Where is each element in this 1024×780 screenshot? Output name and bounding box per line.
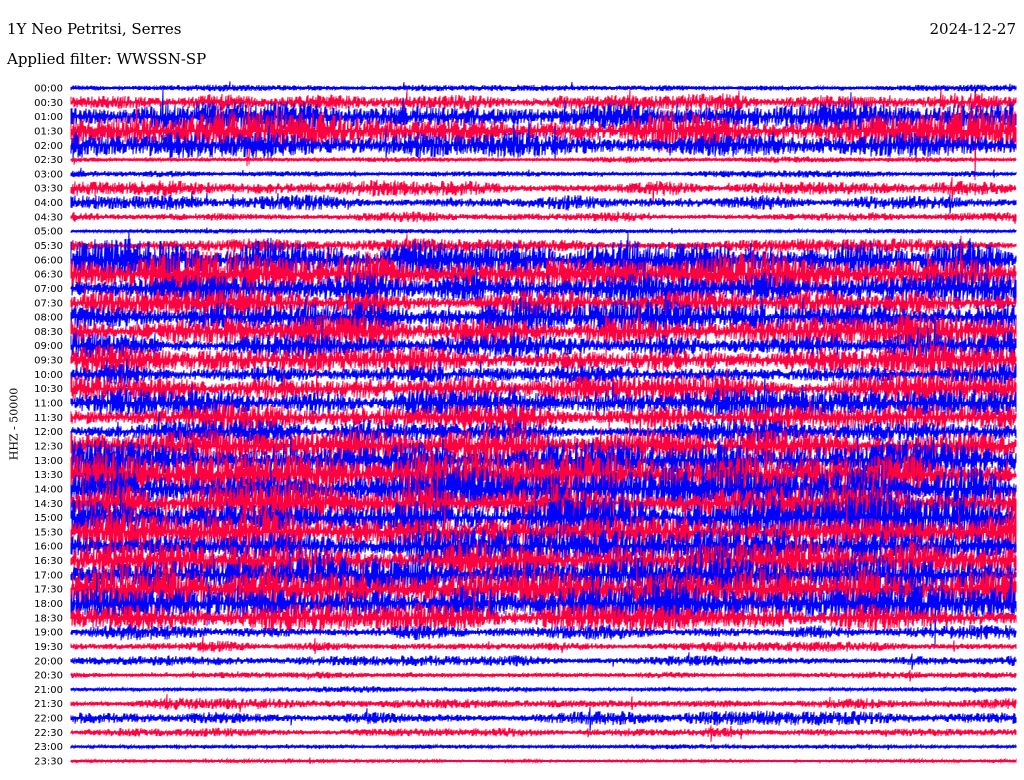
time-tick-label: 02:30 <box>34 155 63 166</box>
time-tick-label: 09:00 <box>34 341 63 352</box>
time-tick-label: 06:00 <box>34 255 63 266</box>
time-tick-label: 16:30 <box>34 556 63 567</box>
time-tick-label: 09:30 <box>34 356 63 367</box>
helicorder-plot: 00:00 00:30 01:00 01:30 02:00 02:30 03:00 03:30… <box>34 81 1017 768</box>
time-tick-label: 06:30 <box>34 270 63 281</box>
time-tick-label: 20:00 <box>34 656 63 667</box>
trace-0300 <box>70 167 1017 178</box>
time-tick-label: 21:00 <box>34 685 63 696</box>
time-tick-label: 18:30 <box>34 613 63 624</box>
time-tick-label: 12:00 <box>34 427 63 438</box>
time-tick-label: 14:00 <box>34 484 63 495</box>
time-tick-label: 16:00 <box>34 542 63 553</box>
trace-2230 <box>70 725 1017 742</box>
time-tick-label: 05:00 <box>34 227 63 238</box>
time-tick-label: 13:00 <box>34 456 63 467</box>
time-tick-label: 03:30 <box>34 184 63 195</box>
time-tick-label: 10:00 <box>34 370 63 381</box>
time-tick-label: 13:30 <box>34 470 63 481</box>
time-tick-label: 07:00 <box>34 284 63 295</box>
trace-1930 <box>70 636 1017 654</box>
time-tick-label: 07:30 <box>34 298 63 309</box>
time-tick-label: 21:30 <box>34 699 63 710</box>
time-tick-label: 04:00 <box>34 198 63 209</box>
time-tick-label: 19:30 <box>34 642 63 653</box>
time-tick-label: 00:30 <box>34 98 63 109</box>
time-tick-label: 17:00 <box>34 570 63 581</box>
time-tick-label: 23:30 <box>34 757 63 768</box>
time-tick-label: 15:00 <box>34 513 63 524</box>
time-tick-label: 23:00 <box>34 742 63 753</box>
time-tick-label: 03:00 <box>34 169 63 180</box>
time-tick-label: 08:00 <box>34 313 63 324</box>
time-tick-label: 15:30 <box>34 527 63 538</box>
time-tick-label: 08:30 <box>34 327 63 338</box>
time-tick-label: 01:30 <box>34 126 63 137</box>
time-tick-label: 22:00 <box>34 714 63 725</box>
time-tick-label: 20:30 <box>34 671 63 682</box>
time-tick-label: 19:00 <box>34 628 63 639</box>
time-tick-label: 10:30 <box>34 384 63 395</box>
time-tick-label: 11:30 <box>34 413 63 424</box>
time-tick-label: 01:00 <box>34 112 63 123</box>
time-tick-label: 00:00 <box>34 84 63 95</box>
time-tick-label: 02:00 <box>34 141 63 152</box>
time-tick-label: 05:30 <box>34 241 63 252</box>
time-tick-label: 14:30 <box>34 499 63 510</box>
time-tick-label: 12:30 <box>34 441 63 452</box>
time-tick-label: 04:30 <box>34 212 63 223</box>
time-tick-label: 22:30 <box>34 728 63 739</box>
time-tick-label: 18:00 <box>34 599 63 610</box>
time-tick-label: 17:30 <box>34 585 63 596</box>
time-tick-label: 11:00 <box>34 399 63 410</box>
